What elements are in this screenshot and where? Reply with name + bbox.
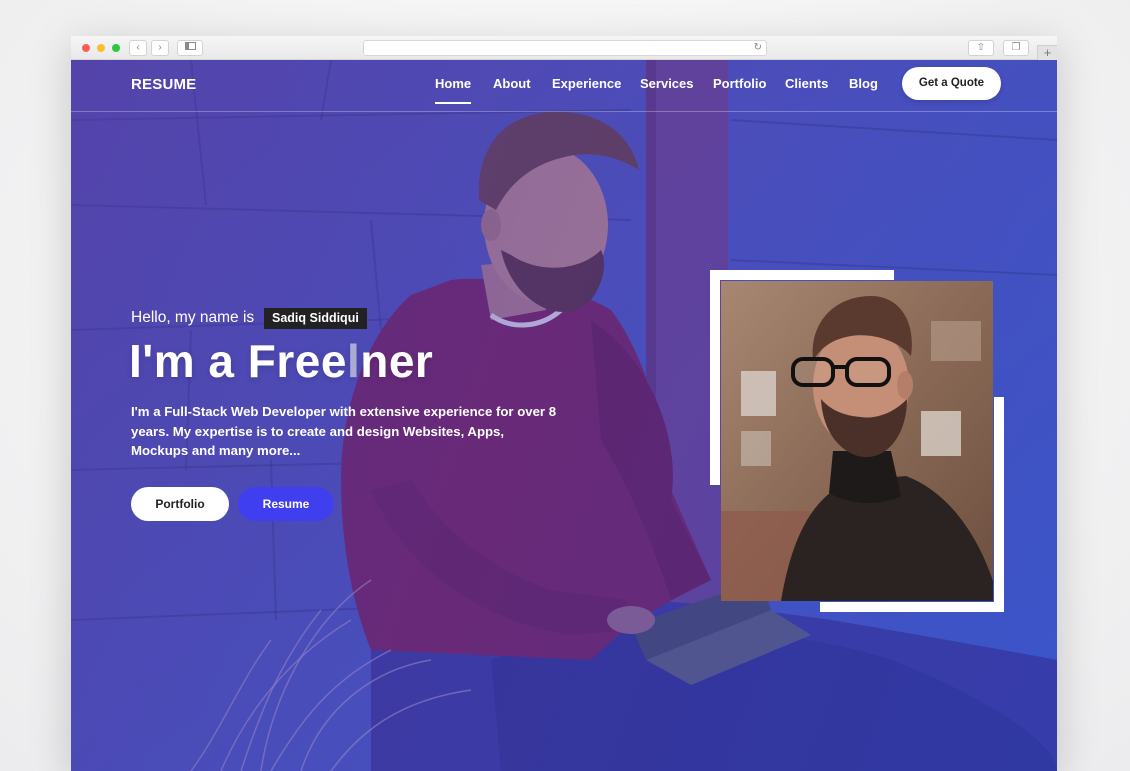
tabs-icon[interactable]: ❐ (1003, 40, 1029, 56)
minimize-window-button[interactable] (97, 44, 105, 52)
nav-item-home[interactable]: Home (435, 76, 472, 104)
greeting-text: Hello, my name is (131, 309, 255, 326)
headline-typed-rest: ner (360, 335, 434, 387)
hero-description: I'm a Full-Stack Web Developer with exte… (131, 404, 557, 458)
nav-item-portfolio[interactable]: Portfolio (713, 76, 766, 91)
hero-section: RESUME Home About Experience Services Po… (71, 60, 1057, 771)
headline-prefix: I'm a (129, 335, 235, 387)
browser-window: ‹ › ↻ ⇧ ❐ + RESUME Home About Experience… (71, 36, 1057, 771)
close-window-button[interactable] (82, 44, 90, 52)
resume-button[interactable]: Resume (238, 487, 334, 521)
nav-item-experience[interactable]: Experience (552, 76, 621, 91)
headline-typing-caret: l (346, 335, 361, 387)
hero-headline: I'm a Freelner (129, 334, 433, 388)
back-icon[interactable]: ‹ (129, 40, 147, 56)
site-logo[interactable]: RESUME (131, 76, 196, 93)
name-badge: Sadiq Siddiqui (264, 308, 367, 329)
profile-photo (721, 281, 993, 601)
new-tab-icon[interactable]: + (1037, 45, 1057, 60)
address-bar[interactable]: ↻ (363, 40, 767, 56)
browser-toolbar: ‹ › ↻ ⇧ ❐ + (71, 36, 1057, 60)
nav-item-blog[interactable]: Blog (849, 76, 878, 91)
reload-icon[interactable]: ↻ (754, 41, 762, 55)
sidebar-icon[interactable] (177, 40, 203, 56)
nav-item-about[interactable]: About (493, 76, 531, 91)
portfolio-button[interactable]: Portfolio (131, 487, 229, 521)
share-icon[interactable]: ⇧ (968, 40, 994, 56)
nav-item-clients[interactable]: Clients (785, 76, 828, 91)
maximize-window-button[interactable] (112, 44, 120, 52)
top-navigation: RESUME Home About Experience Services Po… (71, 60, 1057, 112)
get-a-quote-button[interactable]: Get a Quote (902, 67, 1001, 100)
forward-icon[interactable]: › (151, 40, 169, 56)
headline-typed-word: Free (247, 335, 347, 387)
nav-item-services[interactable]: Services (640, 76, 694, 91)
